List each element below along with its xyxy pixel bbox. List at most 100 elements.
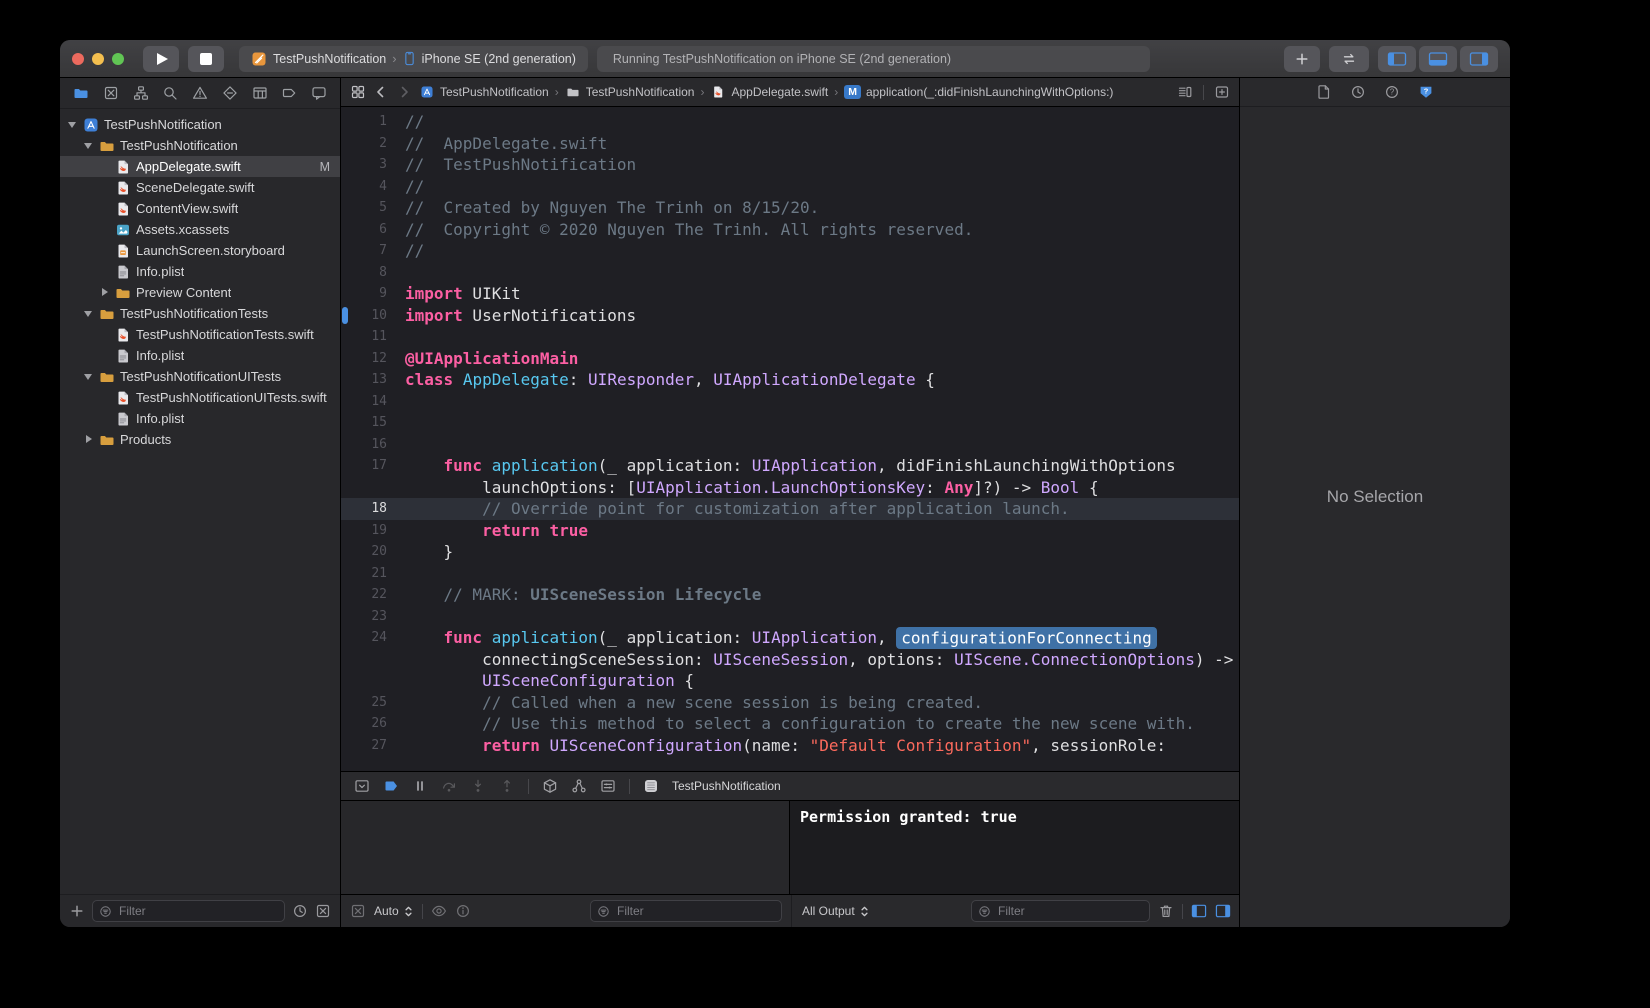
disclosure-triangle[interactable] [99,287,110,298]
info-icon[interactable] [455,903,471,919]
code-line-12[interactable]: 12@UIApplicationMain [341,348,1239,370]
code-line-16[interactable]: 16 [341,434,1239,456]
add-editor-button[interactable] [1214,84,1230,100]
show-console-view-button[interactable] [1215,904,1231,918]
navigator-tab-symbols[interactable] [131,83,151,103]
tree-item-assets-xcassets[interactable]: Assets.xcassets [60,219,340,240]
disclosure-triangle[interactable] [83,371,94,382]
tree-item-testpushnotificationtests-swift[interactable]: TestPushNotificationTests.swift [60,324,340,345]
code-line-5[interactable]: 5// Created by Nguyen The Trinh on 8/15/… [341,197,1239,219]
environment-overrides-button[interactable] [600,778,616,794]
code-line-22[interactable]: 22 // MARK: UISceneSession Lifecycle [341,584,1239,606]
variables-layout-icon[interactable] [350,903,366,919]
memory-graph-button[interactable] [571,778,587,794]
code-line-25[interactable]: 25 // Called when a new scene session is… [341,692,1239,714]
code-line-13[interactable]: 13class AppDelegate: UIResponder, UIAppl… [341,369,1239,391]
console-scope-select[interactable]: All Output [802,904,870,918]
console-filter-input[interactable] [996,903,1143,919]
forward-button[interactable] [396,84,412,100]
hide-debug-area-button[interactable] [354,778,370,794]
disclosure-triangle[interactable] [83,308,94,319]
file-inspector-tab[interactable] [1316,84,1332,100]
debug-target-label[interactable]: TestPushNotification [672,779,781,793]
recent-files-filter-icon[interactable] [292,903,308,919]
disclosure-triangle[interactable] [83,434,94,445]
toggle-navigator-button[interactable] [1378,46,1416,72]
disclosure-triangle[interactable] [83,140,94,151]
console-filter-field[interactable] [971,900,1150,922]
code-line[interactable]: UISceneConfiguration { [341,670,1239,692]
code-line[interactable]: launchOptions: [UIApplication.LaunchOpti… [341,477,1239,499]
code-line-14[interactable]: 14 [341,391,1239,413]
code-line-15[interactable]: 15 [341,412,1239,434]
code-line-18[interactable]: 18 // Override point for customization a… [341,498,1239,520]
navigator-filter-input[interactable] [117,903,278,919]
variables-scope-select[interactable]: Auto [374,904,414,918]
help-inspector-tab[interactable]: ? [1384,84,1400,100]
navigator-tab-debug[interactable] [250,83,270,103]
toggle-inspector-button[interactable] [1460,46,1498,72]
pause-execution-button[interactable] [412,778,428,794]
breadcrumb-item-3[interactable]: Mapplication(_:didFinishLaunchingWithOpt… [844,85,1113,99]
breadcrumb-item-1[interactable]: TestPushNotification [565,84,695,100]
zoom-window-button[interactable] [112,53,124,65]
code-line-20[interactable]: 20 } [341,541,1239,563]
code-line-27[interactable]: 27 return UISceneConfiguration(name: "De… [341,735,1239,757]
code-line-2[interactable]: 2// AppDelegate.swift [341,133,1239,155]
tree-item-testpushnotification[interactable]: TestPushNotification [60,114,340,135]
navigator-tab-reports[interactable] [309,83,329,103]
navigator-tab-source-control[interactable] [101,83,121,103]
tree-item-info-plist[interactable]: Info.plist [60,261,340,282]
tree-item-info-plist[interactable]: Info.plist [60,345,340,366]
add-item-button[interactable] [69,903,85,919]
tree-item-launchscreen-storyboard[interactable]: LaunchScreen.storyboard [60,240,340,261]
navigator-tab-find[interactable] [160,83,180,103]
step-into-button[interactable] [470,778,486,794]
tree-item-testpushnotificationuitests[interactable]: TestPushNotificationUITests [60,366,340,387]
tree-item-info-plist[interactable]: Info.plist [60,408,340,429]
variables-view[interactable] [341,801,789,894]
code-line-10[interactable]: 10import UserNotifications [341,305,1239,327]
code-line[interactable]: connectingSceneSession: UISceneSession, … [341,649,1239,671]
related-items-icon[interactable] [350,84,366,100]
source-editor[interactable]: 1//2// AppDelegate.swift3// TestPushNoti… [341,107,1239,771]
history-inspector-tab[interactable] [1350,84,1366,100]
tree-item-products[interactable]: Products [60,429,340,450]
code-line-21[interactable]: 21 [341,563,1239,585]
navigator-tab-breakpoints[interactable] [279,83,299,103]
console-view[interactable]: Permission granted: true [789,801,1239,894]
quicklook-icon[interactable] [431,903,447,919]
code-line-7[interactable]: 7// [341,240,1239,262]
variables-filter-input[interactable] [615,903,775,919]
toggle-debug-area-button[interactable] [1419,46,1457,72]
code-line-19[interactable]: 19 return true [341,520,1239,542]
code-line-26[interactable]: 26 // Use this method to select a config… [341,713,1239,735]
tree-item-preview-content[interactable]: Preview Content [60,282,340,303]
tree-item-testpushnotification[interactable]: TestPushNotification [60,135,340,156]
tree-item-contentview-swift[interactable]: ContentView.swift [60,198,340,219]
code-line-9[interactable]: 9import UIKit [341,283,1239,305]
editor-layout-icon[interactable] [1177,84,1193,100]
disclosure-triangle[interactable] [67,119,78,130]
quick-help-inspector-tab[interactable]: ? [1418,84,1434,100]
editor-options-button[interactable] [1329,46,1369,72]
tree-item-testpushnotificationtests[interactable]: TestPushNotificationTests [60,303,340,324]
code-line-1[interactable]: 1// [341,111,1239,133]
code-line-4[interactable]: 4// [341,176,1239,198]
variables-filter-field[interactable] [590,900,782,922]
tree-item-scenedelegate-swift[interactable]: SceneDelegate.swift [60,177,340,198]
navigator-tab-issues[interactable] [190,83,210,103]
scm-status-filter-icon[interactable] [315,903,331,919]
breadcrumb-item-0[interactable]: TestPushNotification [419,84,549,100]
back-button[interactable] [373,84,389,100]
code-line-8[interactable]: 8 [341,262,1239,284]
breakpoints-toggle-button[interactable] [383,778,399,794]
code-line-23[interactable]: 23 [341,606,1239,628]
navigator-tab-tests[interactable] [220,83,240,103]
code-line-24[interactable]: 24 func application(_ application: UIApp… [341,627,1239,649]
navigator-tab-project[interactable] [71,83,91,103]
code-line-17[interactable]: 17 func application(_ application: UIApp… [341,455,1239,477]
code-line-3[interactable]: 3// TestPushNotification [341,154,1239,176]
scheme-selector[interactable]: TestPushNotification › iPhone SE (2nd ge… [239,46,588,72]
code-line-6[interactable]: 6// Copyright © 2020 Nguyen The Trinh. A… [341,219,1239,241]
